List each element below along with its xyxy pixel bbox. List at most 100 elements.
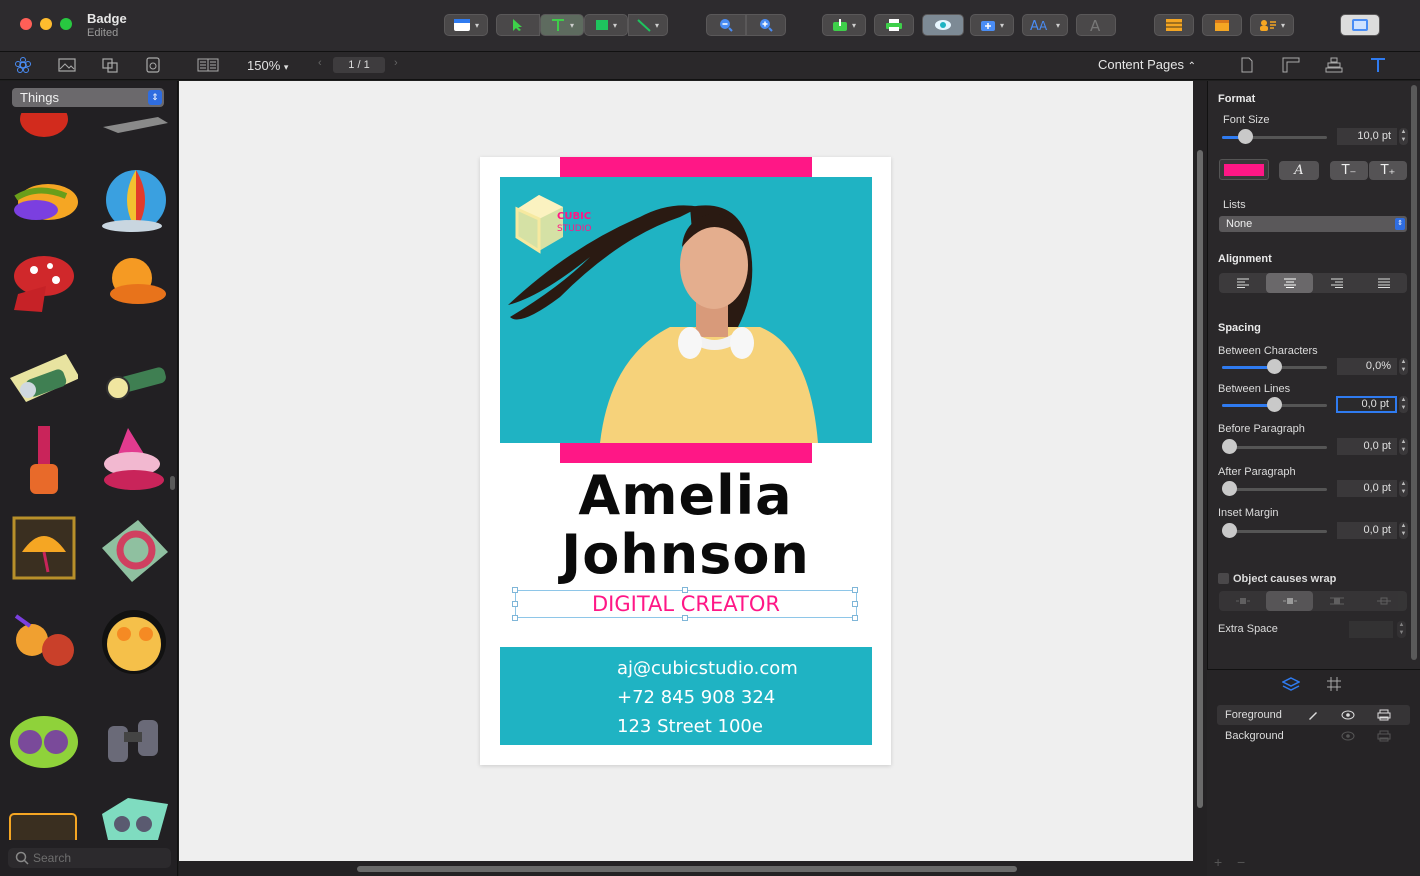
tab-arrange[interactable] <box>1324 56 1344 74</box>
eye-icon[interactable] <box>1341 731 1355 741</box>
font-size-field[interactable]: 10,0 pt <box>1337 128 1397 145</box>
char-spacing-slider[interactable] <box>1267 359 1282 374</box>
wrap-top-bottom-button[interactable] <box>1313 591 1360 611</box>
text-style-button[interactable]: A A ▾ <box>1022 14 1068 36</box>
clipart-item[interactable] <box>8 512 80 584</box>
library-tab-shapes[interactable] <box>100 56 120 74</box>
library-tab-images[interactable] <box>57 56 77 74</box>
table-view-button[interactable] <box>1154 14 1194 36</box>
sidebar-toggle-button[interactable] <box>1340 14 1380 36</box>
add-layer-button[interactable]: + <box>1214 854 1222 870</box>
inset-margin-stepper[interactable]: ▲ ▼ <box>1399 522 1408 539</box>
minimize-window-button[interactable] <box>40 18 52 30</box>
top-pink-band[interactable] <box>560 157 812 178</box>
before-paragraph-stepper[interactable]: ▲ ▼ <box>1399 438 1408 455</box>
clipart-item[interactable] <box>6 800 78 840</box>
next-page-button[interactable]: › <box>394 57 398 69</box>
contacts-button[interactable]: ▾ <box>1250 14 1294 36</box>
clipart-item[interactable] <box>98 706 170 778</box>
zoom-in-button[interactable] <box>746 14 786 36</box>
clipart-item[interactable] <box>8 113 80 139</box>
view-menu-button[interactable]: ▾ <box>444 14 488 36</box>
clipart-item[interactable] <box>98 166 170 238</box>
clipart-item[interactable] <box>8 424 80 496</box>
line-spacing-slider[interactable] <box>1267 397 1282 412</box>
clipart-item[interactable] <box>98 512 170 584</box>
before-paragraph-field[interactable]: 0,0 pt <box>1337 438 1397 455</box>
bottom-pink-band[interactable] <box>560 443 812 463</box>
extra-space-field[interactable] <box>1349 621 1393 638</box>
layer-row-background[interactable]: Background <box>1217 726 1410 746</box>
tab-text[interactable] <box>1368 56 1388 74</box>
font-size-slider[interactable] <box>1238 129 1253 144</box>
shape-tool-button[interactable]: ▾ <box>584 14 628 36</box>
wrap-around-button[interactable] <box>1266 591 1313 611</box>
library-tab-clipart[interactable] <box>13 56 33 74</box>
after-paragraph-stepper[interactable]: ▲ ▼ <box>1399 480 1408 497</box>
font-size-stepper[interactable]: ▲ ▼ <box>1399 128 1408 145</box>
printer-icon[interactable] <box>1377 709 1391 721</box>
remove-layer-button[interactable]: − <box>1237 854 1245 870</box>
clipart-item[interactable] <box>8 166 80 238</box>
text-color-well[interactable] <box>1219 159 1269 180</box>
print-button[interactable] <box>874 14 914 36</box>
calendar-button[interactable] <box>1202 14 1242 36</box>
library-tab-snippets[interactable] <box>143 56 163 74</box>
after-paragraph-slider[interactable] <box>1222 481 1237 496</box>
after-paragraph-field[interactable]: 0,0 pt <box>1337 480 1397 497</box>
category-select[interactable]: Things ⇕ <box>12 88 164 107</box>
clipart-item[interactable] <box>98 113 170 139</box>
inset-margin-slider[interactable] <box>1222 523 1237 538</box>
horizontal-scrollbar[interactable] <box>357 866 1017 872</box>
eye-icon[interactable] <box>1341 710 1355 720</box>
clipart-item[interactable] <box>98 348 170 420</box>
page-indicator[interactable]: 1 / 1 <box>333 57 385 73</box>
pencil-icon[interactable] <box>1307 709 1319 721</box>
resize-handle[interactable] <box>512 601 518 607</box>
badge-last-name[interactable]: Johnson <box>480 523 891 586</box>
wrap-none-button[interactable] <box>1219 591 1266 611</box>
lists-select[interactable]: None ⇕ <box>1219 216 1407 232</box>
align-right-button[interactable] <box>1313 273 1360 293</box>
tab-grid[interactable] <box>1324 675 1344 693</box>
previous-page-button[interactable]: ‹ <box>318 57 322 69</box>
zoom-window-button[interactable] <box>60 18 72 30</box>
char-spacing-field[interactable]: 0,0% <box>1337 358 1397 375</box>
clipart-item[interactable] <box>6 250 78 322</box>
align-left-button[interactable] <box>1219 273 1266 293</box>
layer-row-foreground[interactable]: Foreground <box>1217 705 1410 725</box>
clipart-item[interactable] <box>8 606 80 678</box>
clipart-item[interactable] <box>98 606 170 678</box>
cubic-studio-logo[interactable]: CUBIC STUDIO <box>513 193 613 257</box>
vertical-scrollbar[interactable] <box>1197 150 1203 808</box>
close-window-button[interactable] <box>20 18 32 30</box>
font-button[interactable]: A <box>1076 14 1116 36</box>
library-scrollbar[interactable] <box>170 476 175 490</box>
preview-button[interactable] <box>922 14 964 36</box>
text-tool-button[interactable]: ▾ <box>540 14 584 36</box>
resize-handle[interactable] <box>682 615 688 621</box>
char-spacing-stepper[interactable]: ▲ ▼ <box>1399 358 1408 375</box>
clipart-item[interactable] <box>6 348 80 420</box>
tab-layers[interactable] <box>1281 675 1301 693</box>
clipart-item[interactable] <box>98 250 170 322</box>
align-center-button[interactable] <box>1266 273 1313 293</box>
line-tool-button[interactable]: ▾ <box>628 14 668 36</box>
resize-handle[interactable] <box>852 615 858 621</box>
page-type-dropdown[interactable]: Content Pages ⌃ <box>1098 57 1196 72</box>
library-search-input[interactable]: Search <box>8 848 171 868</box>
resize-handle[interactable] <box>852 587 858 593</box>
page-layout-button[interactable] <box>197 56 219 74</box>
clipart-item[interactable] <box>98 794 170 840</box>
select-tool-button[interactable] <box>496 14 540 36</box>
resize-handle[interactable] <box>852 601 858 607</box>
inset-margin-field[interactable]: 0,0 pt <box>1337 522 1397 539</box>
line-spacing-stepper[interactable]: ▲ ▼ <box>1399 396 1408 413</box>
clipart-item[interactable] <box>6 706 78 778</box>
badge-first-name[interactable]: Amelia <box>480 464 891 527</box>
decrease-font-button[interactable]: T₋ <box>1330 161 1368 180</box>
wrap-through-button[interactable] <box>1360 591 1407 611</box>
badge-role-textbox[interactable]: DIGITAL CREATOR <box>515 590 857 618</box>
font-style-button[interactable]: A <box>1279 161 1319 180</box>
resize-handle[interactable] <box>682 587 688 593</box>
